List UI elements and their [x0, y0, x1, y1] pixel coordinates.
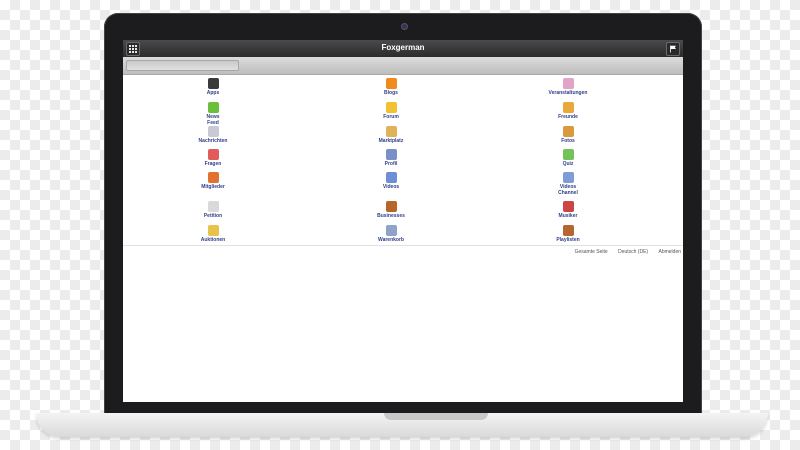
app-item[interactable]: Videos Channel — [528, 172, 608, 196]
app-label: Fragen — [204, 161, 222, 167]
app-label: Petition — [203, 213, 223, 219]
app-label: Veranstaltungen — [548, 90, 588, 96]
laptop-frame: Foxgerman Apps Blogs Veranstaltungen News F… — [104, 13, 702, 415]
language-link[interactable]: Deutsch (DE) — [618, 249, 648, 255]
app-label: Freunde — [558, 114, 578, 120]
search-bar — [123, 57, 683, 75]
cart-icon — [385, 225, 397, 236]
photos-icon — [562, 126, 574, 137]
full-site-link[interactable]: Gesamte Seite — [575, 249, 608, 255]
app-item[interactable]: Forum — [351, 102, 431, 120]
app-item[interactable]: Petition — [173, 201, 253, 219]
app-item[interactable]: Marktplatz — [351, 126, 431, 144]
app-item[interactable]: Businesses — [351, 201, 431, 219]
quiz-icon — [562, 149, 574, 160]
messages-icon — [207, 126, 219, 137]
app-label: Videos Channel — [558, 184, 578, 196]
app-item[interactable]: Nachrichten — [173, 126, 253, 144]
app-label: Quiz — [562, 161, 574, 167]
app-item[interactable]: Apps — [173, 78, 253, 96]
app-label: Auktionen — [200, 237, 226, 243]
app-item[interactable]: Veranstaltungen — [528, 78, 608, 96]
screen: Foxgerman Apps Blogs Veranstaltungen News F… — [123, 40, 683, 402]
app-label: Blogs — [384, 90, 398, 96]
app-label: Nachrichten — [198, 138, 228, 144]
webcam — [401, 23, 408, 30]
musician-icon — [562, 201, 574, 212]
search-input[interactable] — [126, 60, 239, 71]
app-item[interactable]: Warenkorb — [351, 225, 431, 243]
marketplace-icon — [385, 126, 397, 137]
news-feed-icon — [207, 102, 219, 113]
app-item[interactable]: Playlisten — [528, 225, 608, 243]
app-item[interactable]: Profil — [351, 149, 431, 167]
app-label: Playlisten — [556, 237, 580, 243]
app-label: Warenkorb — [378, 237, 404, 243]
app-label: Fotos — [561, 138, 575, 144]
logout-link[interactable]: Abmelden — [658, 249, 681, 255]
forum-icon — [385, 102, 397, 113]
calendar-icon — [562, 78, 574, 89]
app-label: Forum — [383, 114, 399, 120]
app-item[interactable]: News Feed — [173, 102, 253, 126]
app-label: News Feed — [206, 114, 220, 126]
apps-icon — [207, 78, 219, 89]
app-item[interactable]: Freunde — [528, 102, 608, 120]
questions-icon — [207, 149, 219, 160]
app-label: Videos — [382, 184, 400, 190]
blogs-icon — [385, 78, 397, 89]
app-item[interactable]: Auktionen — [173, 225, 253, 243]
app-label: Apps — [206, 90, 220, 96]
businesses-icon — [385, 201, 397, 212]
app-item[interactable]: Quiz — [528, 149, 608, 167]
video-channel-icon — [562, 172, 574, 183]
playlist-icon — [562, 225, 574, 236]
app-title: Foxgerman — [381, 43, 425, 52]
footer-links: Gesamte Seite Deutsch (DE) Abmelden — [566, 249, 681, 255]
profile-icon — [385, 149, 397, 160]
petition-icon — [207, 201, 219, 212]
members-icon — [207, 172, 219, 183]
auctions-icon — [207, 225, 219, 236]
footer-divider — [123, 245, 683, 246]
app-label: Mitglieder — [201, 184, 225, 190]
title-bar: Foxgerman — [123, 40, 683, 57]
app-item[interactable]: Fragen — [173, 149, 253, 167]
laptop-notch — [384, 413, 488, 420]
app-item[interactable]: Blogs — [351, 78, 431, 96]
app-label: Businesses — [377, 213, 405, 219]
laptop-base — [36, 413, 768, 437]
app-item[interactable]: Mitglieder — [173, 172, 253, 190]
videos-icon — [385, 172, 397, 183]
app-item[interactable]: Videos — [351, 172, 431, 190]
app-label: Musiker — [558, 213, 578, 219]
app-item[interactable]: Fotos — [528, 126, 608, 144]
app-item[interactable]: Musiker — [528, 201, 608, 219]
flag-icon[interactable] — [666, 42, 680, 56]
friends-icon — [562, 102, 574, 113]
app-label: Marktplatz — [378, 138, 404, 144]
app-label: Profil — [384, 161, 398, 167]
